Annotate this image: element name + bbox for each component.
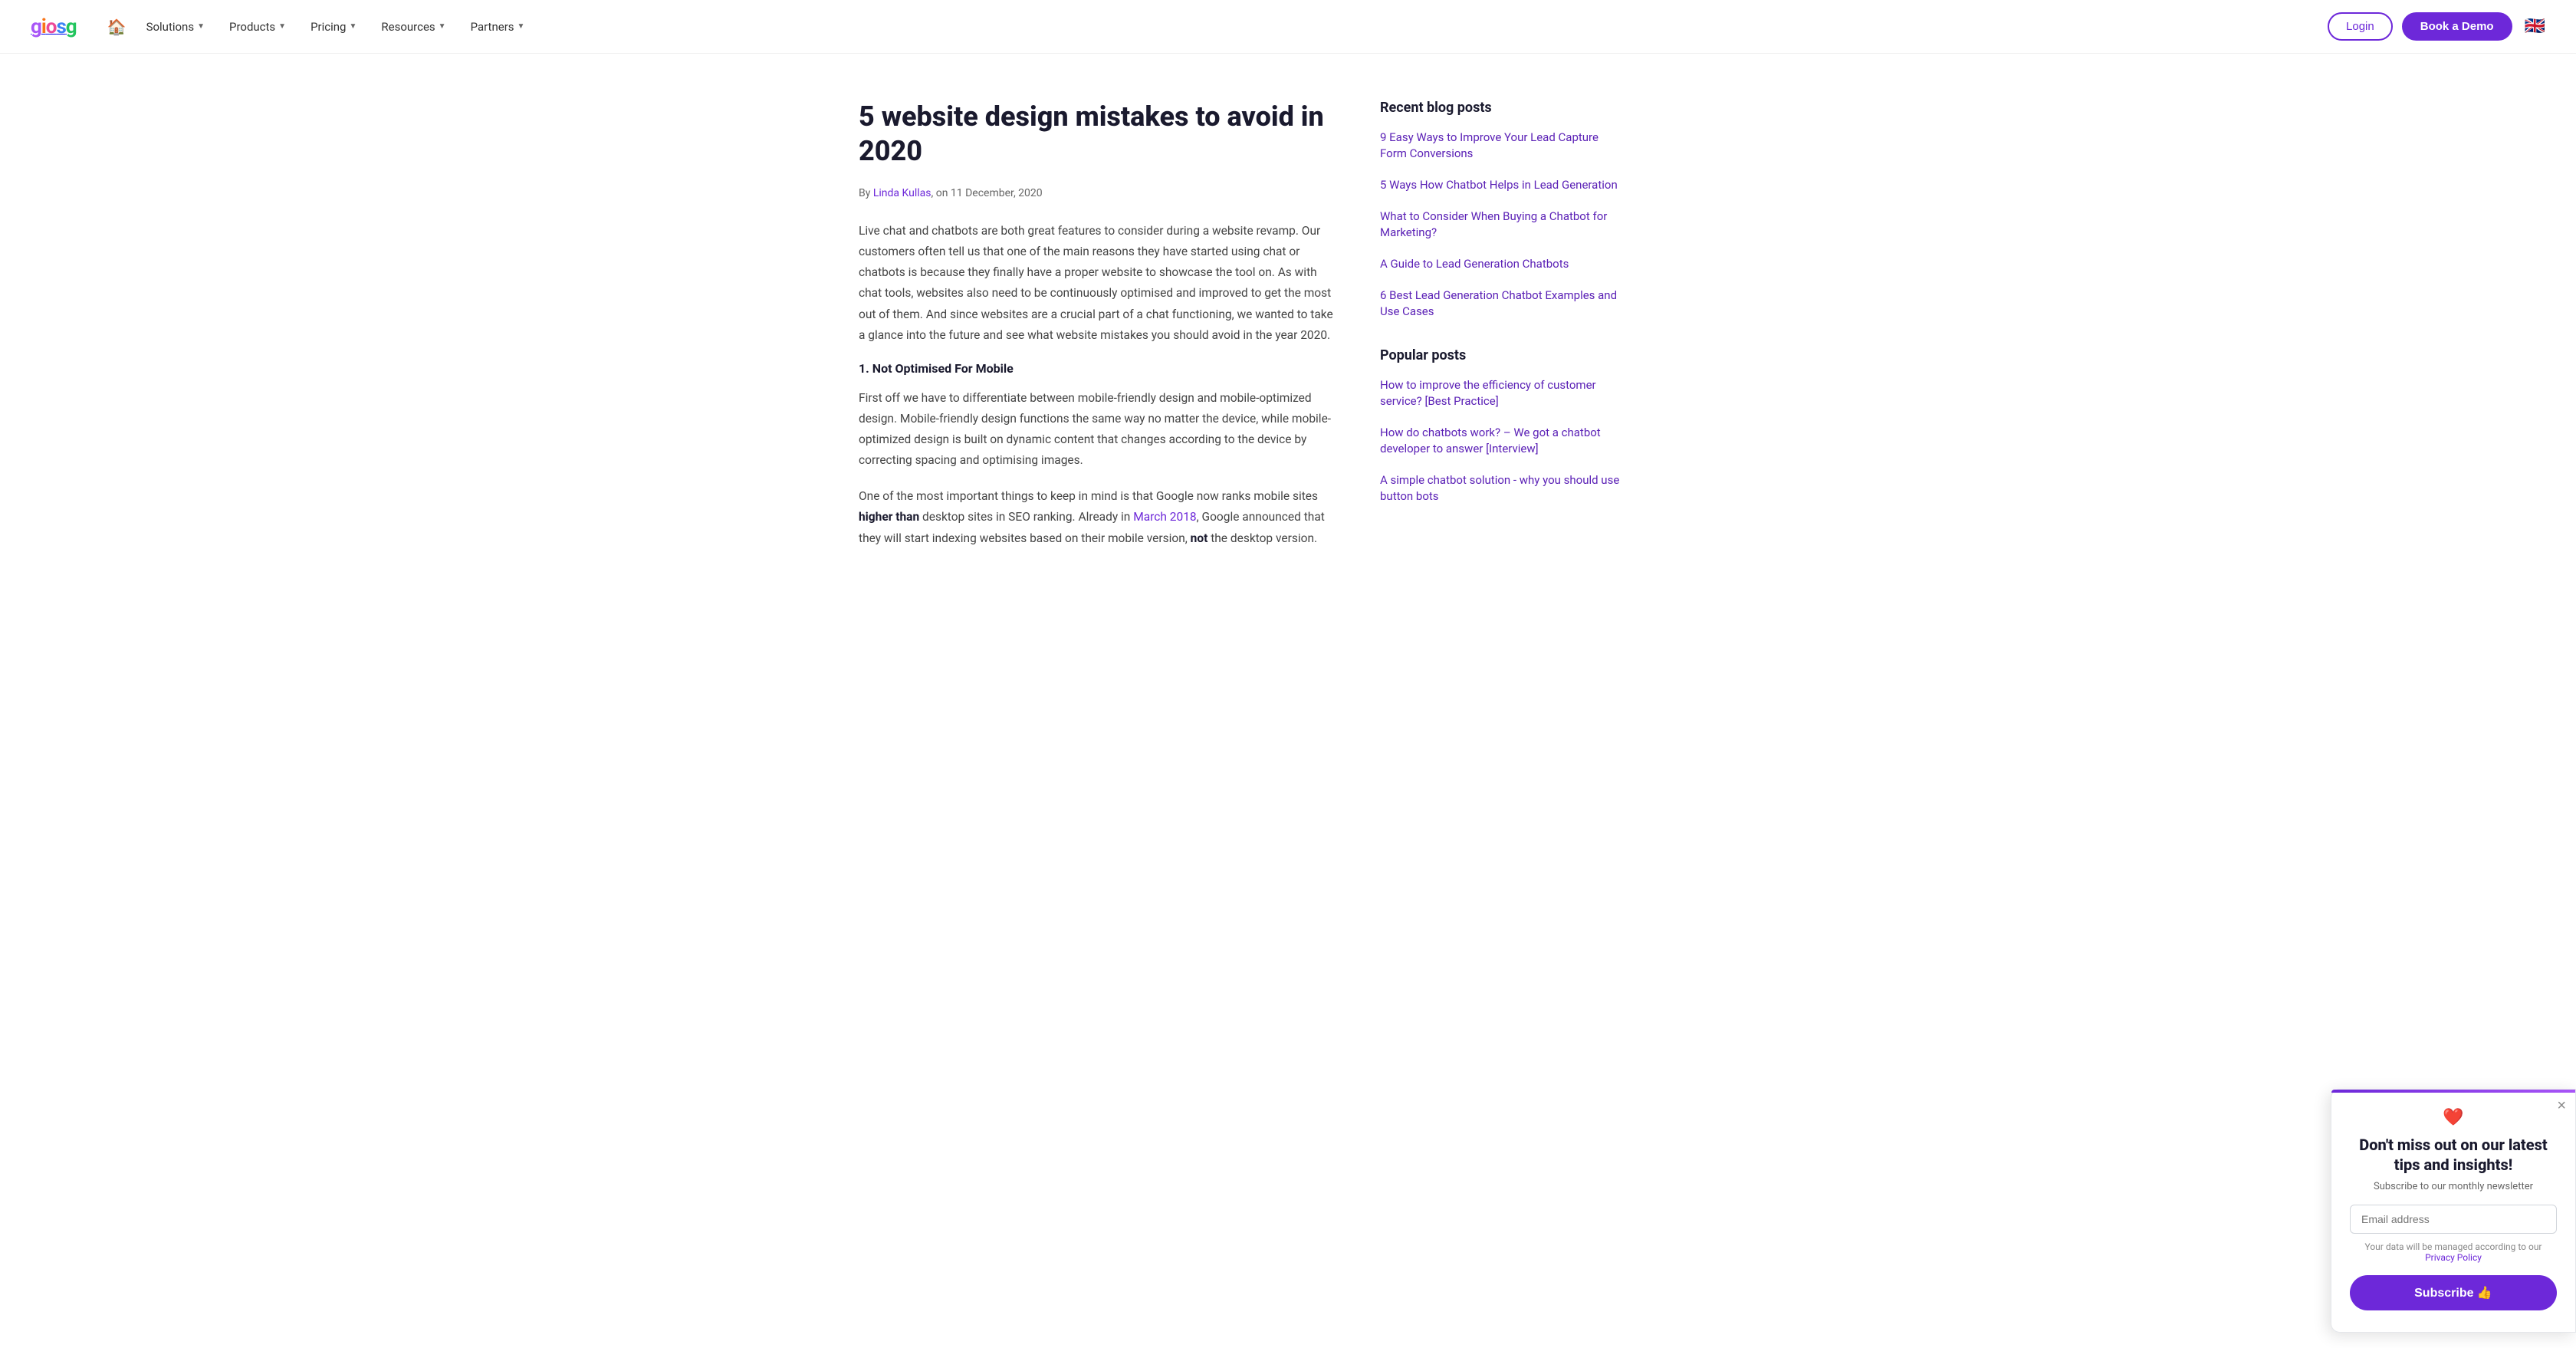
language-flag[interactable]: 🇬🇧 — [2525, 17, 2545, 36]
sidebar-popular-link-3[interactable]: A simple chatbot solution - why you shou… — [1380, 472, 1625, 505]
sidebar-popular-link-1[interactable]: How to improve the efficiency of custome… — [1380, 377, 1625, 409]
article-body: Live chat and chatbots are both great fe… — [859, 221, 1334, 549]
march-2018-link[interactable]: March 2018 — [1133, 510, 1196, 524]
chevron-down-icon: ▼ — [197, 22, 205, 31]
nav-item-partners[interactable]: Partners ▼ — [460, 14, 536, 40]
nav-item-products[interactable]: Products ▼ — [219, 14, 297, 40]
chevron-down-icon: ▼ — [278, 22, 286, 31]
sidebar: Recent blog posts 9 Easy Ways to Improve… — [1380, 100, 1625, 564]
article-title: 5 website design mistakes to avoid in 20… — [859, 100, 1334, 169]
article-para-1: Live chat and chatbots are both great fe… — [859, 221, 1334, 346]
main-article: 5 website design mistakes to avoid in 20… — [859, 100, 1334, 564]
bold-higher-than: higher than — [859, 510, 919, 524]
nav-item-solutions[interactable]: Solutions ▼ — [136, 14, 215, 40]
popup-heart-icon: ❤️ — [2350, 1108, 2557, 1127]
nav-item-resources[interactable]: Resources ▼ — [370, 14, 456, 40]
sidebar-recent-section: Recent blog posts 9 Easy Ways to Improve… — [1380, 100, 1625, 320]
popup-privacy-text: Your data will be managed according to o… — [2350, 1241, 2557, 1263]
popular-posts-heading: Popular posts — [1380, 347, 1625, 363]
popup-close-button[interactable]: × — [2557, 1097, 2566, 1115]
article-para-3: One of the most important things to keep… — [859, 486, 1334, 548]
recent-posts-heading: Recent blog posts — [1380, 100, 1625, 116]
nav-items: 🏠 Solutions ▼ Products ▼ Pricing ▼ Resou… — [107, 14, 2328, 40]
nav-home-icon[interactable]: 🏠 — [107, 18, 127, 36]
chevron-down-icon: ▼ — [349, 22, 356, 31]
chevron-down-icon: ▼ — [518, 22, 525, 31]
logo[interactable]: giosg — [31, 15, 107, 38]
subscribe-button[interactable]: Subscribe 👍 — [2350, 1275, 2557, 1310]
article-para-2: First off we have to differentiate betwe… — [859, 388, 1334, 472]
book-demo-button[interactable]: Book a Demo — [2402, 12, 2512, 41]
nav-item-pricing[interactable]: Pricing ▼ — [300, 14, 367, 40]
sidebar-popular-section: Popular posts How to improve the efficie… — [1380, 347, 1625, 505]
sidebar-recent-link-4[interactable]: A Guide to Lead Generation Chatbots — [1380, 256, 1625, 272]
popup-title: Don't miss out on our latest tips and in… — [2350, 1135, 2557, 1175]
sidebar-recent-link-3[interactable]: What to Consider When Buying a Chatbot f… — [1380, 209, 1625, 241]
sidebar-popular-link-2[interactable]: How do chatbots work? – We got a chatbot… — [1380, 425, 1625, 457]
navbar: giosg 🏠 Solutions ▼ Products ▼ Pricing ▼… — [0, 0, 2576, 54]
newsletter-popup: × ❤️ Don't miss out on our latest tips a… — [2331, 1089, 2576, 1333]
author-link[interactable]: Linda Kullas — [873, 187, 932, 199]
nav-actions: Login Book a Demo 🇬🇧 — [2328, 12, 2545, 41]
page-content: 5 website design mistakes to avoid in 20… — [828, 54, 1748, 610]
popup-subtitle: Subscribe to our monthly newsletter — [2350, 1181, 2557, 1192]
sidebar-recent-link-2[interactable]: 5 Ways How Chatbot Helps in Lead Generat… — [1380, 177, 1625, 193]
section-heading-1: 1. Not Optimised For Mobile — [859, 361, 1334, 376]
sidebar-recent-link-5[interactable]: 6 Best Lead Generation Chatbot Examples … — [1380, 288, 1625, 320]
email-input[interactable] — [2350, 1205, 2557, 1234]
chevron-down-icon: ▼ — [439, 22, 446, 31]
login-button[interactable]: Login — [2328, 12, 2393, 41]
article-meta: By Linda Kullas, on 11 December, 2020 — [859, 187, 1334, 199]
bold-not: not — [1191, 531, 1208, 545]
privacy-policy-link[interactable]: Privacy Policy — [2425, 1252, 2482, 1263]
sidebar-recent-link-1[interactable]: 9 Easy Ways to Improve Your Lead Capture… — [1380, 130, 1625, 162]
